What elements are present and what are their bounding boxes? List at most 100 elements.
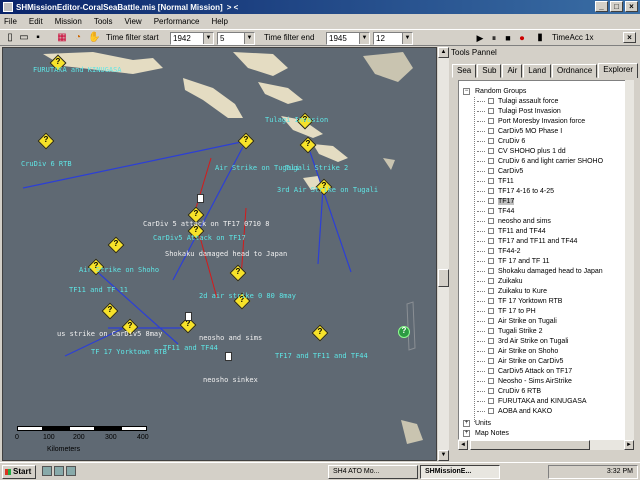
scroll-thumb[interactable] [470,440,590,450]
tree-item[interactable]: TF17 [477,197,515,207]
map-label[interactable]: Tulagi Invasion [265,116,328,124]
tree-item[interactable]: TF17 4-16 to 4-25 [477,187,554,197]
tree-item[interactable]: FURUTAKA and KINUGASA [477,397,587,407]
menu-edit[interactable]: Edit [29,17,43,26]
menu-help[interactable]: Help [212,17,228,26]
tree-item[interactable]: Air Strike on Tugali [477,317,557,327]
map-label[interactable]: us strike on CarDiv5 8may [57,330,162,338]
scroll-right-icon[interactable]: ► [624,440,634,450]
tab-ordnance[interactable]: Ordnance [552,64,598,78]
tree-item[interactable]: Air Strike on CarDiv5 [477,357,563,367]
filter-start-year-select[interactable]: 1942 ▼ [170,32,214,45]
tree-item[interactable]: TF11 and TF44 [477,227,546,237]
filter-end-year-select[interactable]: 1945 ▼ [326,32,370,45]
map-label[interactable]: TF17 and TF11 and TF44 [275,352,368,360]
tree-item[interactable]: TF11 [477,177,514,187]
menu-performance[interactable]: Performance [154,17,200,26]
taskbar-task[interactable]: SH4 ATO Mo... [328,465,418,479]
tab-land[interactable]: Land [523,64,552,78]
tree-item[interactable]: 3rd Air Strike on Tugali [477,337,568,347]
tree-item[interactable]: neosho and sims [477,217,551,227]
hand-icon[interactable]: ✋ [88,32,100,44]
tree-horizontal-scrollbar[interactable]: ◄ ► [458,440,634,450]
unit-marker[interactable]: ? [311,324,329,342]
menu-view[interactable]: View [125,17,142,26]
menu-file[interactable]: File [4,17,17,26]
scroll-up-icon[interactable]: ▲ [438,47,449,58]
tree-row-units[interactable]: + Units [461,419,491,429]
tree-item[interactable]: CruDiv 6 and light carrier SHOHO [477,157,603,167]
record-icon[interactable]: ⏺ [516,32,528,44]
map-label[interactable]: neosho and sims [199,334,262,342]
tab-air[interactable]: Air [502,64,523,78]
waypoint-doc-icon[interactable] [197,194,204,203]
waypoint-doc-icon[interactable] [185,312,192,321]
filter-end-month-select[interactable]: 12 ▼ [373,32,413,45]
tree-item[interactable]: AOBA and KAKO [477,407,552,417]
stop-icon[interactable]: ■ [502,32,514,44]
tree-item[interactable]: TF 17 to PH [477,307,536,317]
tree-item[interactable]: TF44 [477,207,514,217]
tree-item[interactable]: CarDiv5 [477,167,523,177]
scroll-left-icon[interactable]: ◄ [458,440,468,450]
title-bar[interactable]: SHMissionEditor-CoralSeaBattle.mis [Norm… [0,0,640,14]
map-label[interactable]: 3rd Air Strike on Tugali [277,186,378,194]
map-vertical-scrollbar[interactable]: ▲ ▼ [438,47,449,461]
expand-icon[interactable]: + [463,420,470,427]
tree-item[interactable]: Shokaku damaged head to Japan [477,267,603,277]
tree-item[interactable]: Tugali Strike 2 [477,327,542,337]
taskbar-task-active[interactable]: SHMissionE... [420,465,500,479]
tab-sea[interactable]: Sea [452,64,477,78]
tree-item[interactable]: Air Strike on Shoho [477,347,558,357]
unit-marker[interactable]: ? [37,132,55,150]
waypoint-doc-icon[interactable] [225,352,232,361]
tree-item[interactable]: CarDiv5 Attack on TF17 [477,367,572,377]
menu-mission[interactable]: Mission [55,17,82,26]
scroll-down-icon[interactable]: ▼ [438,450,449,461]
tree-item[interactable]: Zuikaku [477,277,523,287]
open-folder-icon[interactable]: ▭ [18,32,30,44]
filter-start-month-select[interactable]: 5 ▼ [217,32,255,45]
tree-item[interactable]: TF44-2 [477,247,521,257]
map-label[interactable]: Shokaku damaged head to Japan [165,250,287,258]
map-label[interactable]: Air Strike on Shoho [79,266,159,274]
tree-vertical-scrollbar[interactable] [625,80,634,440]
close-panel-button[interactable]: × [623,32,636,43]
menu-tools[interactable]: Tools [94,17,113,26]
time-slider-icon[interactable]: ▮ [534,32,546,44]
map-label[interactable]: TF11 and TF 11 [69,286,128,294]
quick-launch-icon[interactable] [42,466,52,476]
unit-marker[interactable]: ? [101,302,119,320]
tree-item[interactable]: TF 17 Yorktown RTB [477,297,562,307]
map-label[interactable]: CruDiv 6 RTB [21,160,72,168]
expand-icon[interactable]: + [463,430,470,437]
scroll-thumb[interactable] [438,269,449,287]
quick-launch-icon[interactable] [66,466,76,476]
map-label[interactable]: CarDiv5 Attack on TF17 [153,234,246,242]
unit-marker[interactable]: ? [229,264,247,282]
map-label[interactable]: CarDiv 5 attack on TF17 0710 8 [143,220,269,228]
minimize-button[interactable]: _ [595,1,608,12]
tab-explorer[interactable]: Explorer [598,63,638,78]
save-icon[interactable]: ▪ [32,32,44,44]
tree-item[interactable]: Neosho - Sims AirStrike [477,377,572,387]
map-label[interactable]: 2d air strike 0 80 8may [199,292,296,300]
start-button[interactable]: Start [2,465,36,479]
collapse-icon[interactable]: − [463,88,470,95]
tree-item[interactable]: CruDiv 6 [477,137,525,147]
tree-item[interactable]: TF 17 and TF 11 [477,257,550,267]
unit-marker[interactable]: ? [299,136,317,154]
tree-root-row[interactable]: − Random Groups [461,87,526,97]
play-icon[interactable]: ▶ [474,32,486,44]
map-label[interactable]: Tugali Strike 2 [285,164,348,172]
explorer-tree[interactable]: − Random Groups Tulagi assault force Tula… [458,80,634,440]
map-label[interactable]: FURUTAKA and KINUGASA [33,66,122,74]
tree-item[interactable]: Port Moresby Invasion force [477,117,585,127]
maximize-button[interactable]: □ [610,1,623,12]
selected-unit-marker[interactable]: ? [397,325,411,339]
tree-item[interactable]: Zuikaku to Kure [477,287,547,297]
close-button[interactable]: × [625,1,638,12]
new-file-icon[interactable]: ▯ [4,32,16,44]
calendar-icon[interactable]: ▦ [56,32,68,44]
pause-icon[interactable]: ⏸ [488,32,500,44]
